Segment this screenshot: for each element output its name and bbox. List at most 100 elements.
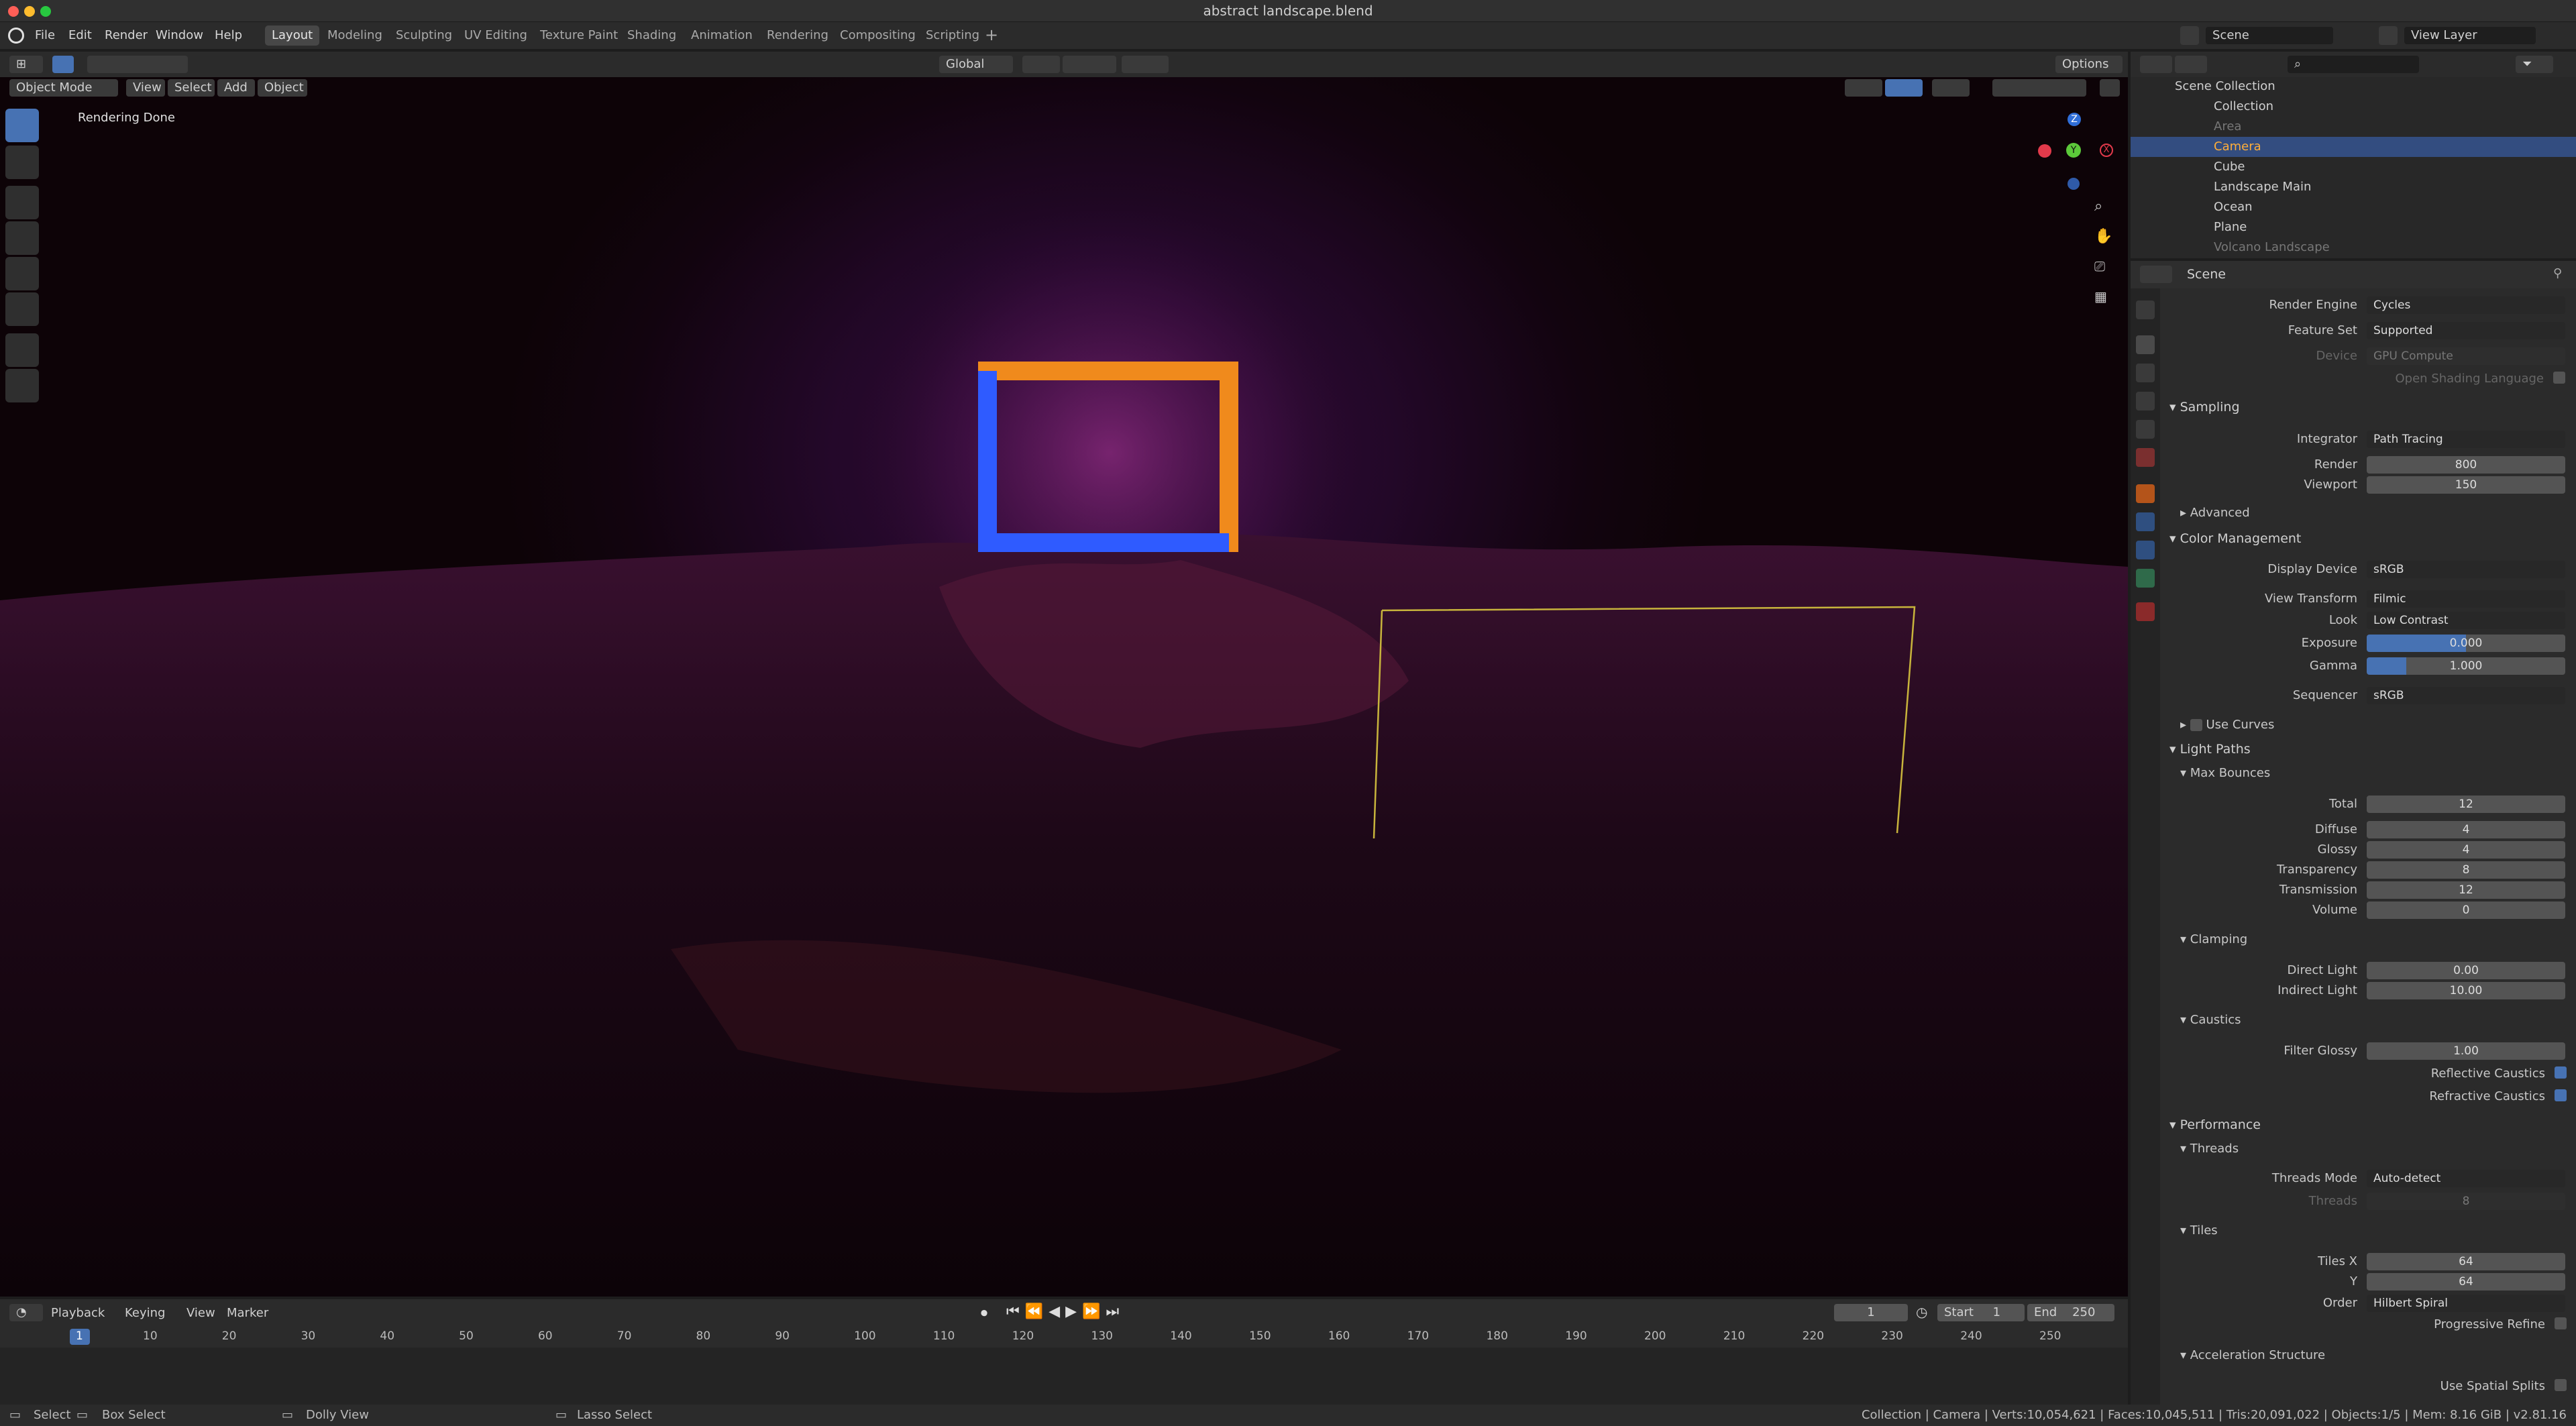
axis-y-icon[interactable]: Y [2066, 143, 2081, 158]
diffuse-bounces-field[interactable]: 4 [2367, 821, 2565, 838]
device-dropdown[interactable]: GPU Compute [2367, 347, 2565, 365]
tool-tab-icon[interactable] [2136, 300, 2155, 319]
tab-compositing[interactable]: Compositing [833, 25, 922, 46]
timeline-menu-view[interactable]: View [186, 1306, 215, 1320]
display-device-dropdown[interactable]: sRGB [2367, 561, 2565, 578]
outliner-search-input[interactable]: ⌕ [2288, 56, 2419, 73]
shading-mode-buttons[interactable] [1992, 79, 2086, 97]
menu-object[interactable]: Object [258, 79, 307, 97]
pause-render-button[interactable] [2100, 79, 2120, 97]
max-bounces-subpanel[interactable]: ▾ Max Bounces [2180, 766, 2270, 780]
look-dropdown[interactable]: Low Contrast [2367, 612, 2565, 629]
outliner-row-landscape-main[interactable]: Landscape Main [2131, 177, 2576, 197]
tab-sculpting[interactable]: Sculpting [389, 25, 459, 46]
cursor-tool-icon[interactable] [5, 146, 39, 179]
outliner-row-area[interactable]: Area [2131, 117, 2576, 137]
menu-window[interactable]: Window [156, 22, 203, 49]
tiles-subpanel[interactable]: ▾ Tiles [2180, 1223, 2218, 1238]
timeline-ruler[interactable]: 1 10 20 30 40 50 60 70 80 90 100 110 120 130 140 150 160… [0, 1326, 2128, 1348]
outliner-row-ocean[interactable]: Ocean [2131, 197, 2576, 217]
outliner-row-camera[interactable]: Camera [2131, 137, 2576, 157]
tab-layout[interactable]: Layout [265, 25, 320, 46]
threads-subpanel[interactable]: ▾ Threads [2180, 1142, 2239, 1156]
sampling-panel-header[interactable]: ▾ Sampling [2169, 400, 2240, 415]
timeline-menu-keying[interactable]: Keying [125, 1306, 165, 1320]
blender-logo-icon[interactable] [8, 28, 24, 44]
object-tab-icon[interactable] [2136, 484, 2155, 503]
texture-tab-icon[interactable] [2136, 602, 2155, 621]
feature-set-dropdown[interactable]: Supported [2367, 322, 2565, 339]
overlay-toggle[interactable] [1932, 79, 1970, 97]
scene-tab-icon[interactable] [2136, 420, 2155, 439]
render-samples-field[interactable]: 800 [2367, 456, 2565, 474]
view-layer-selector[interactable]: View Layer [2404, 27, 2536, 44]
indirect-light-field[interactable]: 10.00 [2367, 982, 2565, 999]
exposure-slider[interactable]: 0.000 [2367, 635, 2565, 652]
tiles-x-field[interactable]: 64 [2367, 1253, 2565, 1270]
transmission-bounces-field[interactable]: 12 [2367, 881, 2565, 899]
tab-scripting[interactable]: Scripting [919, 25, 986, 46]
view-transform-dropdown[interactable]: Filmic [2367, 590, 2565, 608]
rotate-tool-icon[interactable] [5, 221, 39, 255]
view-layer-icon[interactable] [2379, 26, 2398, 45]
progressive-refine-checkbox[interactable] [2555, 1317, 2567, 1329]
scene-selector[interactable]: Scene [2206, 27, 2333, 44]
visibility-dropdown[interactable] [1845, 79, 1882, 97]
end-frame-field[interactable]: End 250 [2027, 1304, 2114, 1321]
use-curves-subpanel[interactable]: ▸ Use Curves [2180, 718, 2274, 732]
annotate-tool-icon[interactable] [5, 333, 39, 367]
axis-z-icon[interactable]: Z [2068, 113, 2081, 126]
integrator-dropdown[interactable]: Path Tracing [2367, 431, 2565, 448]
scene-icon[interactable] [2180, 26, 2199, 45]
menu-file[interactable]: File [35, 22, 55, 49]
outliner-row-collection[interactable]: Collection [2131, 97, 2576, 117]
playback-controls[interactable]: ⏮⏪◀▶⏩⏭ [1006, 1303, 1124, 1320]
gamma-slider[interactable]: 1.000 [2367, 657, 2565, 675]
modifiers-tab-icon[interactable] [2136, 512, 2155, 531]
current-frame-field[interactable]: 1 [1834, 1304, 1908, 1321]
tab-rendering[interactable]: Rendering [760, 25, 835, 46]
timeline-editor-type[interactable]: ◔ [9, 1304, 43, 1321]
viewport-samples-field[interactable]: 150 [2367, 476, 2565, 494]
advanced-subpanel[interactable]: ▸ Advanced [2180, 506, 2250, 520]
outliner-row-volcano-landscape[interactable]: Volcano Landscape [2131, 237, 2576, 258]
menu-render[interactable]: Render [105, 22, 148, 49]
performance-panel-header[interactable]: ▾ Performance [2169, 1117, 2261, 1132]
tiles-y-field[interactable]: 64 [2367, 1273, 2565, 1291]
menu-edit[interactable]: Edit [68, 22, 92, 49]
sequencer-dropdown[interactable]: sRGB [2367, 687, 2565, 704]
reflective-caustics-checkbox[interactable] [2555, 1066, 2567, 1079]
camera-view-icon[interactable]: ⎚ [2094, 258, 2113, 277]
menu-view[interactable]: View [126, 79, 165, 97]
tab-modeling[interactable]: Modeling [321, 25, 389, 46]
snapping-dropdown[interactable] [1063, 56, 1116, 73]
options-dropdown[interactable]: Options [2055, 56, 2123, 73]
threads-count-field[interactable]: 8 [2367, 1193, 2565, 1210]
transparency-bounces-field[interactable]: 8 [2367, 861, 2565, 879]
constraints-tab-icon[interactable] [2136, 541, 2155, 559]
editor-type-button[interactable]: ⊞ [9, 56, 43, 73]
select-tool-button[interactable] [52, 56, 74, 73]
total-bounces-field[interactable]: 12 [2367, 796, 2565, 813]
transform-tool-icon[interactable] [5, 292, 39, 326]
spatial-splits-checkbox[interactable] [2555, 1379, 2567, 1391]
pivot-point-dropdown[interactable] [1022, 56, 1060, 73]
output-tab-icon[interactable] [2136, 364, 2155, 382]
menu-add[interactable]: Add [217, 79, 255, 97]
filter-glossy-field[interactable]: 1.00 [2367, 1042, 2565, 1060]
outliner-row-cube[interactable]: Cube [2131, 157, 2576, 177]
move-tool-icon[interactable] [5, 186, 39, 219]
object-mode-dropdown[interactable]: Object Mode [9, 79, 118, 97]
glossy-bounces-field[interactable]: 4 [2367, 841, 2565, 859]
start-frame-field[interactable]: Start 1 [1937, 1304, 2025, 1321]
properties-editor-type[interactable] [2140, 266, 2172, 283]
render-engine-dropdown[interactable]: Cycles [2367, 296, 2565, 314]
timeline-menu-marker[interactable]: Marker [227, 1306, 268, 1320]
color-management-panel-header[interactable]: ▾ Color Management [2169, 531, 2301, 546]
axis-x-icon[interactable]: X [2100, 144, 2113, 157]
render-tab-icon[interactable] [2136, 335, 2155, 354]
axis-neg-x-icon[interactable] [2038, 144, 2051, 158]
menu-select[interactable]: Select [168, 79, 215, 97]
use-curves-checkbox[interactable] [2190, 719, 2202, 731]
timeline-menu-playback[interactable]: Playback [51, 1306, 105, 1320]
